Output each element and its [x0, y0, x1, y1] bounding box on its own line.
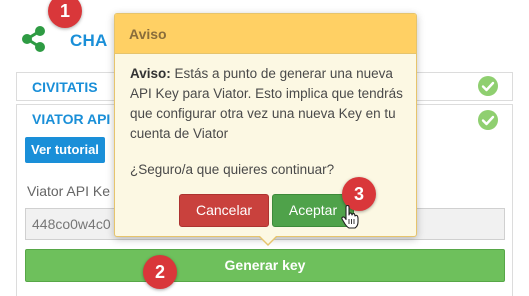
check-circle-icon: [478, 76, 498, 96]
dialog-pointer-inner: [259, 235, 277, 244]
page: CHA CIVITATIS VIATOR API Ver tutorial Vi…: [0, 0, 529, 296]
cancel-button[interactable]: Cancelar: [179, 194, 269, 227]
dialog-message: Aviso: Estás a punto de generar una nuev…: [130, 64, 405, 144]
dialog-message-bold: Aviso:: [130, 66, 171, 81]
step-marker-2: 2: [143, 255, 177, 289]
generate-key-button[interactable]: Generar key: [25, 249, 505, 282]
panel-title-viator[interactable]: VIATOR API: [32, 111, 110, 127]
dialog-title: Aviso: [115, 14, 416, 54]
api-key-label: Viator API Ke: [27, 183, 111, 199]
check-circle-icon: [478, 110, 498, 130]
dialog-question: ¿Seguro/a que quieres continuar?: [130, 162, 335, 177]
tutorial-button[interactable]: Ver tutorial: [25, 137, 105, 163]
share-icon[interactable]: [20, 26, 48, 52]
panel-title-civitatis: CIVITATIS: [32, 79, 98, 95]
page-title: CHA: [70, 31, 108, 50]
step-marker-1: 1: [48, 0, 82, 28]
api-key-value: 448co0w4c0: [32, 216, 111, 232]
hand-cursor-icon: [341, 205, 359, 229]
dialog-message-text: Estás a punto de generar una nueva API K…: [130, 66, 403, 141]
